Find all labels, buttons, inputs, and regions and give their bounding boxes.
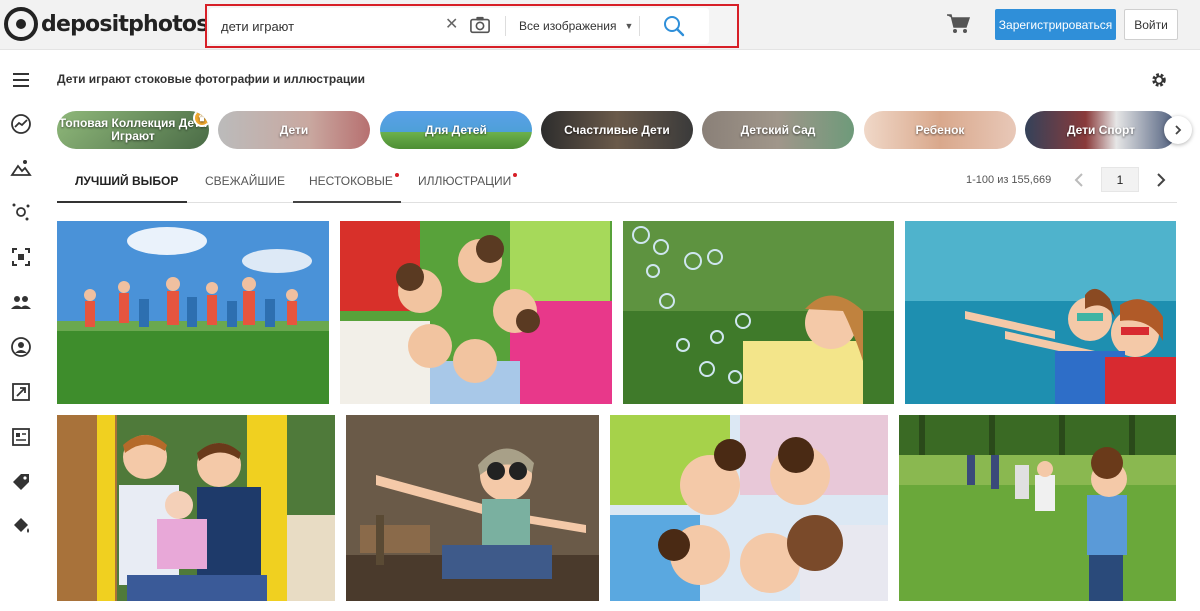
- collections-next-button[interactable]: [1164, 116, 1192, 144]
- photo-image: [57, 415, 335, 601]
- photo-boy-pilot[interactable]: [346, 415, 599, 601]
- tab-label: НЕСТОКОВЫЕ: [309, 174, 393, 188]
- sidebar: [0, 50, 42, 611]
- new-dot-icon: [394, 173, 399, 177]
- chevron-right-icon: [1175, 125, 1182, 135]
- photo-girl-bubbles[interactable]: [623, 221, 894, 404]
- tag-icon[interactable]: [10, 471, 32, 493]
- sparkle-icon[interactable]: [10, 201, 32, 223]
- tab-best[interactable]: ЛУЧШИЙ ВЫБОР: [57, 168, 187, 203]
- photo-siblings-baby[interactable]: [57, 415, 335, 601]
- people-icon[interactable]: [10, 291, 32, 313]
- menu-icon[interactable]: [10, 69, 32, 91]
- results-count: 1-100 из 155,669: [966, 174, 1052, 186]
- logo-icon: [4, 7, 38, 41]
- cart-icon[interactable]: [946, 13, 970, 35]
- tab-label: СВЕЖАЙШИЕ: [205, 174, 286, 188]
- image-type-select[interactable]: Все изображения ▼: [519, 8, 633, 44]
- photo-children-running[interactable]: [57, 221, 329, 404]
- search-box: ✕ Все изображения ▼: [209, 8, 709, 44]
- user-circle-icon[interactable]: [10, 336, 32, 358]
- photo-image: [346, 415, 599, 601]
- search-divider: [639, 16, 640, 36]
- collection-label: Ребенок: [915, 122, 965, 137]
- collection-chip[interactable]: Ребенок: [864, 111, 1016, 149]
- chevron-right-icon[interactable]: [1154, 172, 1168, 188]
- article-icon[interactable]: [10, 426, 32, 448]
- photo-image: [899, 415, 1176, 601]
- tab-label: ЛУЧШИЙ ВЫБОР: [75, 174, 179, 188]
- search-bar: ✕ Все изображения ▼: [205, 4, 739, 48]
- collection-chip[interactable]: Для Детей: [380, 111, 532, 149]
- photo-image: [610, 415, 888, 601]
- photo-children-lying-circle[interactable]: [340, 221, 612, 404]
- top-header: depositphotos ® ✕ Все изображения ▼: [0, 0, 1200, 50]
- page-title: Дети играют стоковые фотографии и иллюст…: [57, 72, 365, 86]
- tab-newest[interactable]: СВЕЖАЙШИЕ: [205, 168, 285, 203]
- tab-label: ИЛЛЮСТРАЦИИ: [418, 174, 512, 188]
- photo-superhero-kids[interactable]: [905, 221, 1176, 404]
- collection-chip[interactable]: Дети: [218, 111, 370, 149]
- focus-frame-icon[interactable]: [10, 246, 32, 268]
- crown-icon: ♛: [193, 111, 209, 127]
- search-divider: [505, 16, 506, 36]
- chevron-down-icon: ▼: [624, 21, 634, 31]
- photo-icon[interactable]: [10, 157, 32, 179]
- photo-image: [340, 221, 612, 404]
- register-button[interactable]: Зарегистрироваться: [995, 9, 1116, 40]
- photo-image: [623, 221, 894, 404]
- chevron-left-icon[interactable]: [1072, 172, 1086, 188]
- trending-icon[interactable]: [10, 113, 32, 135]
- page-number-input[interactable]: [1101, 167, 1139, 192]
- paint-bucket-icon[interactable]: [10, 515, 32, 537]
- collection-label: Топовая Коллекция Дети Играют: [58, 116, 208, 143]
- logo-text: depositphotos: [41, 11, 209, 37]
- collection-label: Детский Сад: [740, 122, 816, 137]
- new-dot-icon: [513, 173, 518, 177]
- collection-label: Для Детей: [425, 122, 487, 137]
- clear-icon[interactable]: ✕: [445, 15, 458, 35]
- camera-icon[interactable]: [469, 15, 491, 35]
- photo-image: [57, 221, 329, 404]
- collection-chip[interactable]: Счастливые Дети: [541, 111, 693, 149]
- photo-kids-park[interactable]: [899, 415, 1176, 601]
- collection-label: Счастливые Дети: [564, 122, 670, 137]
- logo[interactable]: depositphotos ®: [4, 6, 216, 42]
- login-button[interactable]: Войти: [1124, 9, 1178, 40]
- photo-kids-looking-down[interactable]: [610, 415, 888, 601]
- search-icon[interactable]: [661, 13, 687, 39]
- collection-label: Дети Спорт: [1066, 122, 1136, 137]
- resize-icon[interactable]: [10, 381, 32, 403]
- photo-image: [905, 221, 1176, 404]
- collection-label: Дети: [279, 122, 309, 137]
- search-input[interactable]: [221, 8, 441, 44]
- collection-chip[interactable]: Детский Сад: [702, 111, 854, 149]
- tab-nonstock[interactable]: НЕСТОКОВЫЕ: [293, 168, 401, 203]
- collection-chip[interactable]: Дети Спорт: [1025, 111, 1177, 149]
- image-type-label: Все изображения: [519, 19, 617, 33]
- gear-icon[interactable]: [1150, 71, 1168, 89]
- tab-illustrations[interactable]: ИЛЛЮСТРАЦИИ: [418, 168, 518, 203]
- collection-chip[interactable]: Топовая Коллекция Дети Играют ♛: [57, 111, 209, 149]
